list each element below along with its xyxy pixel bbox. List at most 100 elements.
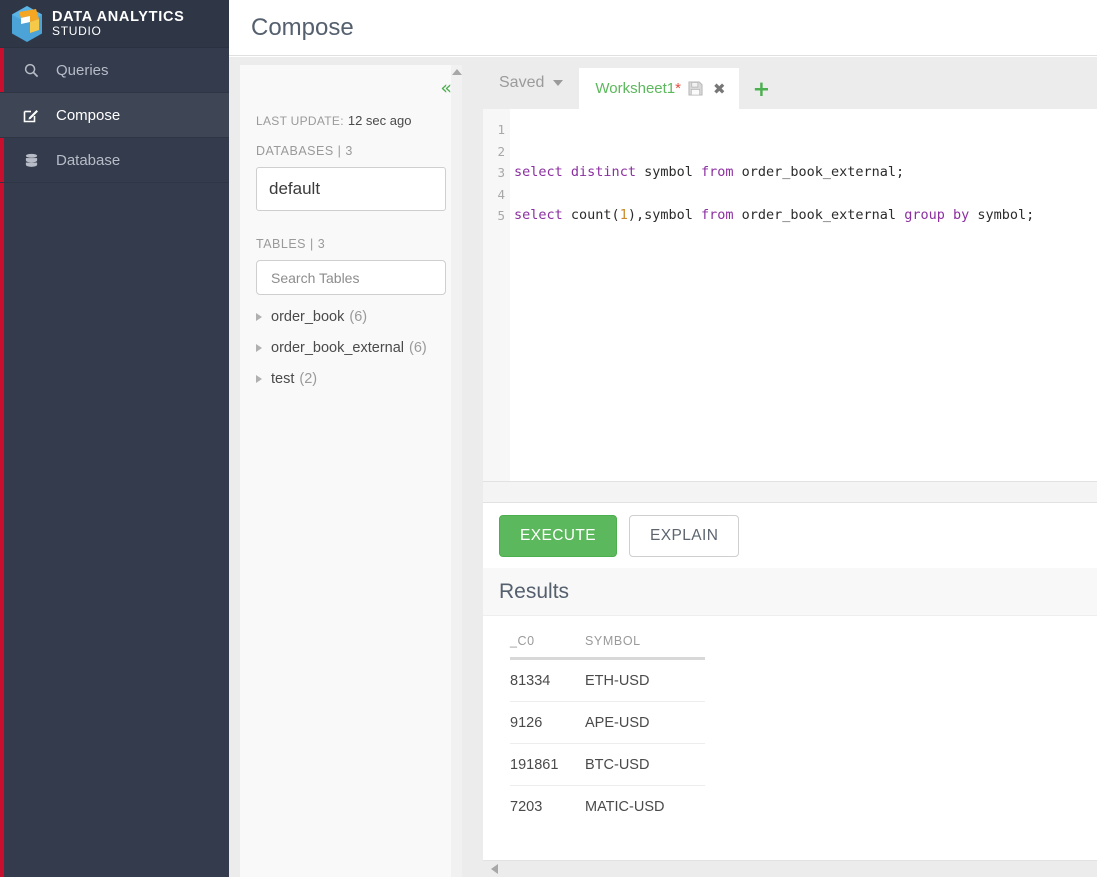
app-root: DATA ANALYTICS STUDIO Queries Compose Da… bbox=[0, 0, 1097, 877]
table-row[interactable]: 9126 APE-USD bbox=[510, 701, 705, 744]
compose-icon bbox=[20, 107, 42, 123]
column-header-symbol[interactable]: SYMBOL bbox=[585, 634, 705, 660]
search-tables-box[interactable] bbox=[256, 260, 446, 295]
execute-button[interactable]: EXECUTE bbox=[499, 514, 618, 557]
line-number: 5 bbox=[497, 208, 505, 224]
table-column-count: (6) bbox=[349, 308, 368, 325]
last-update-value: 12 sec ago bbox=[347, 113, 412, 128]
expand-caret-icon[interactable] bbox=[256, 343, 262, 352]
code-token: from bbox=[700, 164, 734, 181]
results-table: _C0 SYMBOL 81334 ETH-USD 9126 APE-USD 19… bbox=[510, 634, 705, 827]
table-row[interactable]: 191861 BTC-USD bbox=[510, 743, 705, 786]
saved-dropdown-label: Saved bbox=[499, 74, 545, 91]
code-token: select bbox=[514, 164, 563, 181]
table-column-count: (6) bbox=[409, 339, 427, 356]
cell-symbol: MATIC-USD bbox=[585, 799, 665, 815]
tables-label: TABLES bbox=[256, 237, 307, 251]
sidebar-item-queries-label: Queries bbox=[56, 61, 109, 79]
saved-dropdown[interactable]: Saved bbox=[483, 57, 579, 109]
search-icon bbox=[20, 63, 42, 78]
tables-label-row: TABLES | 3 bbox=[256, 237, 446, 251]
line-number: 4 bbox=[497, 186, 505, 202]
database-select[interactable]: default bbox=[256, 167, 446, 211]
code-token: group bbox=[904, 207, 945, 224]
chevron-down-icon bbox=[553, 80, 564, 86]
sidebar-item-compose[interactable]: Compose bbox=[0, 93, 229, 138]
table-row[interactable]: 81334 ETH-USD bbox=[510, 658, 705, 702]
cell-c0: 81334 bbox=[510, 658, 585, 702]
sql-editor[interactable]: 1 2 3 4 5 select distinct symbol from or… bbox=[483, 109, 1097, 481]
cell-symbol: BTC-USD bbox=[585, 743, 705, 786]
topbar: Compose bbox=[229, 0, 1097, 56]
assist-panel-wrap: « LAST UPDATE: 12 sec ago DATABASES | 3 d… bbox=[229, 57, 473, 877]
databases-label-row: DATABASES | 3 bbox=[256, 144, 446, 158]
column-header-c0[interactable]: _C0 bbox=[510, 634, 585, 660]
logo-line-2: STUDIO bbox=[52, 23, 102, 38]
code-token: by bbox=[952, 207, 970, 224]
line-number: 1 bbox=[497, 122, 505, 137]
cell-c0: 9126 bbox=[510, 701, 585, 744]
table-header-row: _C0 SYMBOL bbox=[510, 634, 705, 660]
code-token: count( bbox=[562, 207, 620, 224]
code-line: select distinct symbol from order_book_e… bbox=[514, 162, 1097, 184]
database-assist-panel: « LAST UPDATE: 12 sec ago DATABASES | 3 d… bbox=[240, 65, 462, 877]
results-body: _C0 SYMBOL 81334 ETH-USD 9126 APE-USD 19… bbox=[483, 616, 1097, 827]
sidebar-item-database[interactable]: Database bbox=[0, 138, 229, 183]
table-name: order_book_external bbox=[271, 339, 405, 356]
cube-logo-icon bbox=[10, 5, 44, 43]
page-title: Compose bbox=[251, 13, 354, 41]
code-token: ),symbol bbox=[627, 207, 701, 224]
assist-scrollbar[interactable] bbox=[451, 65, 462, 877]
tab-worksheet1-label: Worksheet1 bbox=[595, 80, 676, 97]
app-logo-text: DATA ANALYTICS STUDIO bbox=[52, 9, 185, 38]
cell-symbol: ETH-USD bbox=[585, 658, 705, 702]
search-tables-input[interactable] bbox=[271, 269, 445, 286]
editor-code[interactable]: select distinct symbol from order_book_e… bbox=[510, 109, 1097, 481]
sidebar-item-queries[interactable]: Queries bbox=[0, 48, 229, 93]
results-title: Results bbox=[499, 579, 570, 603]
code-token: select bbox=[514, 207, 563, 224]
databases-count: 3 bbox=[345, 144, 353, 158]
editor-bottom-ruler bbox=[483, 481, 1097, 503]
list-item[interactable]: test (2) bbox=[256, 363, 446, 394]
tab-worksheet1[interactable]: Worksheet1 * ✖ bbox=[579, 68, 739, 109]
editor-actions: EXECUTE EXPLAIN bbox=[483, 503, 1097, 568]
list-item[interactable]: order_book (6) bbox=[256, 301, 446, 332]
tables-separator: | bbox=[310, 237, 314, 251]
databases-label: DATABASES bbox=[256, 144, 334, 158]
table-name: order_book bbox=[271, 308, 345, 325]
expand-caret-icon[interactable] bbox=[256, 374, 262, 383]
plus-icon[interactable]: + bbox=[739, 68, 785, 109]
cell-symbol: APE-USD bbox=[585, 701, 705, 744]
worksheet-tabbar: Saved Worksheet1 * ✖ + bbox=[483, 57, 1097, 109]
tables-count: 3 bbox=[317, 237, 326, 251]
list-item[interactable]: order_book_external (6) bbox=[256, 332, 446, 363]
expand-caret-icon[interactable] bbox=[256, 312, 262, 321]
table-row[interactable]: 7203 MATIC-USD bbox=[510, 786, 705, 828]
tables-list: order_book (6) order_book_external (6) t… bbox=[256, 301, 446, 394]
cell-c0: 191861 bbox=[510, 743, 585, 786]
line-number: 2 bbox=[497, 143, 505, 159]
code-token: order_book_external; bbox=[733, 164, 905, 181]
code-token: order_book_external bbox=[733, 207, 905, 224]
editor-gutter: 1 2 3 4 5 bbox=[483, 109, 510, 481]
code-token: distinct bbox=[570, 164, 636, 181]
explain-button[interactable]: EXPLAIN bbox=[629, 514, 740, 557]
app-logo[interactable]: DATA ANALYTICS STUDIO bbox=[0, 0, 229, 48]
main-area: Compose « LAST UPDATE: 12 sec ago DATABAS… bbox=[229, 0, 1097, 877]
assist-body: LAST UPDATE: 12 sec ago DATABASES | 3 def… bbox=[240, 65, 462, 394]
code-token: 1 bbox=[619, 207, 628, 224]
sidebar-item-compose-label: Compose bbox=[56, 106, 121, 124]
results-horizontal-scrollbar[interactable] bbox=[483, 860, 1097, 877]
last-update-row: LAST UPDATE: 12 sec ago bbox=[256, 113, 446, 128]
close-x-icon[interactable]: ✖ bbox=[713, 80, 726, 98]
database-select-value: default bbox=[269, 179, 321, 198]
cell-c0: 7203 bbox=[510, 799, 543, 815]
line-number: 3 bbox=[497, 165, 505, 181]
scroll-up-arrow-icon[interactable] bbox=[451, 69, 462, 75]
database-icon bbox=[20, 153, 42, 168]
scroll-left-arrow-icon[interactable] bbox=[491, 864, 498, 874]
floppy-save-icon[interactable] bbox=[688, 81, 703, 96]
